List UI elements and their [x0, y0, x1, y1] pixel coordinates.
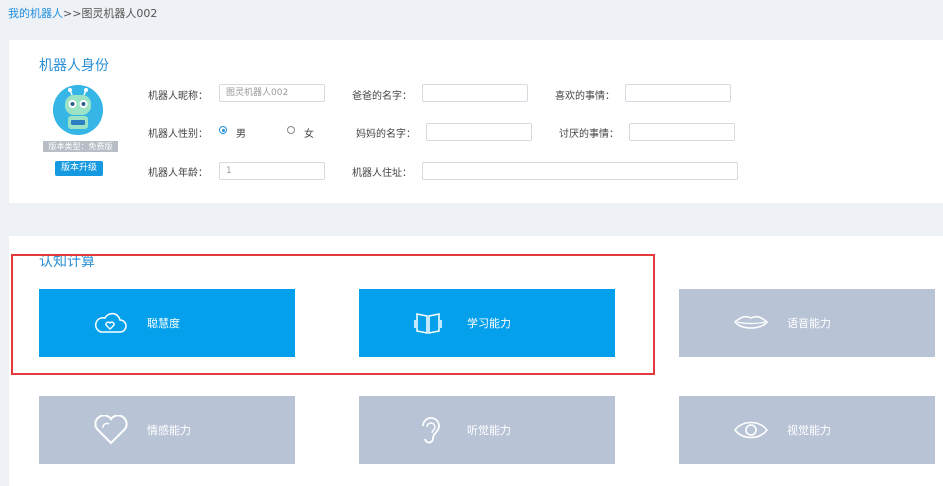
tile-vision[interactable]: 视觉能力 [679, 396, 935, 464]
tile-speech-label: 语音能力 [787, 317, 831, 330]
dislikes-label: 讨厌的事情： [559, 129, 619, 140]
gender-female-label: 女 [304, 129, 314, 140]
gender-male-radio[interactable] [219, 126, 227, 134]
tile-hearing[interactable]: 听觉能力 [359, 396, 615, 464]
gender-female-radio[interactable] [287, 126, 295, 134]
likes-input[interactable] [625, 84, 731, 102]
breadcrumb-current: 图灵机器人002 [81, 7, 158, 20]
robot-avatar [53, 85, 103, 135]
age-input[interactable]: 1 [219, 162, 325, 180]
tile-vision-label: 视觉能力 [787, 424, 831, 437]
lips-icon [733, 315, 769, 329]
robot-identity-panel: 机器人身份 版本类型：免费版 版本升级 机器人昵称： 图灵机器人002 爸爸的名… [9, 40, 943, 203]
breadcrumb-my-robots-link[interactable]: 我的机器人 [8, 7, 63, 20]
gender-label: 机器人性别： [148, 129, 208, 140]
tile-emotion-label: 情感能力 [147, 424, 191, 437]
breadcrumb-separator: >> [63, 7, 82, 20]
nickname-input[interactable]: 图灵机器人002 [219, 84, 325, 102]
address-label: 机器人住址： [352, 168, 412, 179]
dislikes-input[interactable] [629, 123, 735, 141]
mother-name-label: 妈妈的名字： [356, 129, 416, 140]
tile-emotion[interactable]: 情感能力 [39, 396, 295, 464]
nickname-label: 机器人昵称： [148, 91, 208, 102]
breadcrumb: 我的机器人>>图灵机器人002 [8, 5, 157, 21]
robot-identity-title: 机器人身份 [39, 58, 109, 74]
father-name-input[interactable] [422, 84, 528, 102]
gender-male-label: 男 [236, 129, 246, 140]
tile-hearing-label: 听觉能力 [467, 424, 511, 437]
version-type-badge: 版本类型：免费版 [43, 141, 118, 152]
ear-icon [422, 417, 440, 444]
tile-speech[interactable]: 语音能力 [679, 289, 935, 357]
highlight-box [11, 254, 655, 375]
likes-label: 喜欢的事情： [555, 91, 615, 102]
address-input[interactable] [422, 162, 738, 180]
mother-name-input[interactable] [426, 123, 532, 141]
version-upgrade-button[interactable]: 版本升级 [55, 161, 103, 176]
eye-icon [733, 421, 769, 439]
robot-avatar-icon [53, 85, 103, 135]
father-name-label: 爸爸的名字： [352, 91, 412, 102]
heart-icon [94, 415, 128, 445]
age-label: 机器人年龄： [148, 168, 208, 179]
